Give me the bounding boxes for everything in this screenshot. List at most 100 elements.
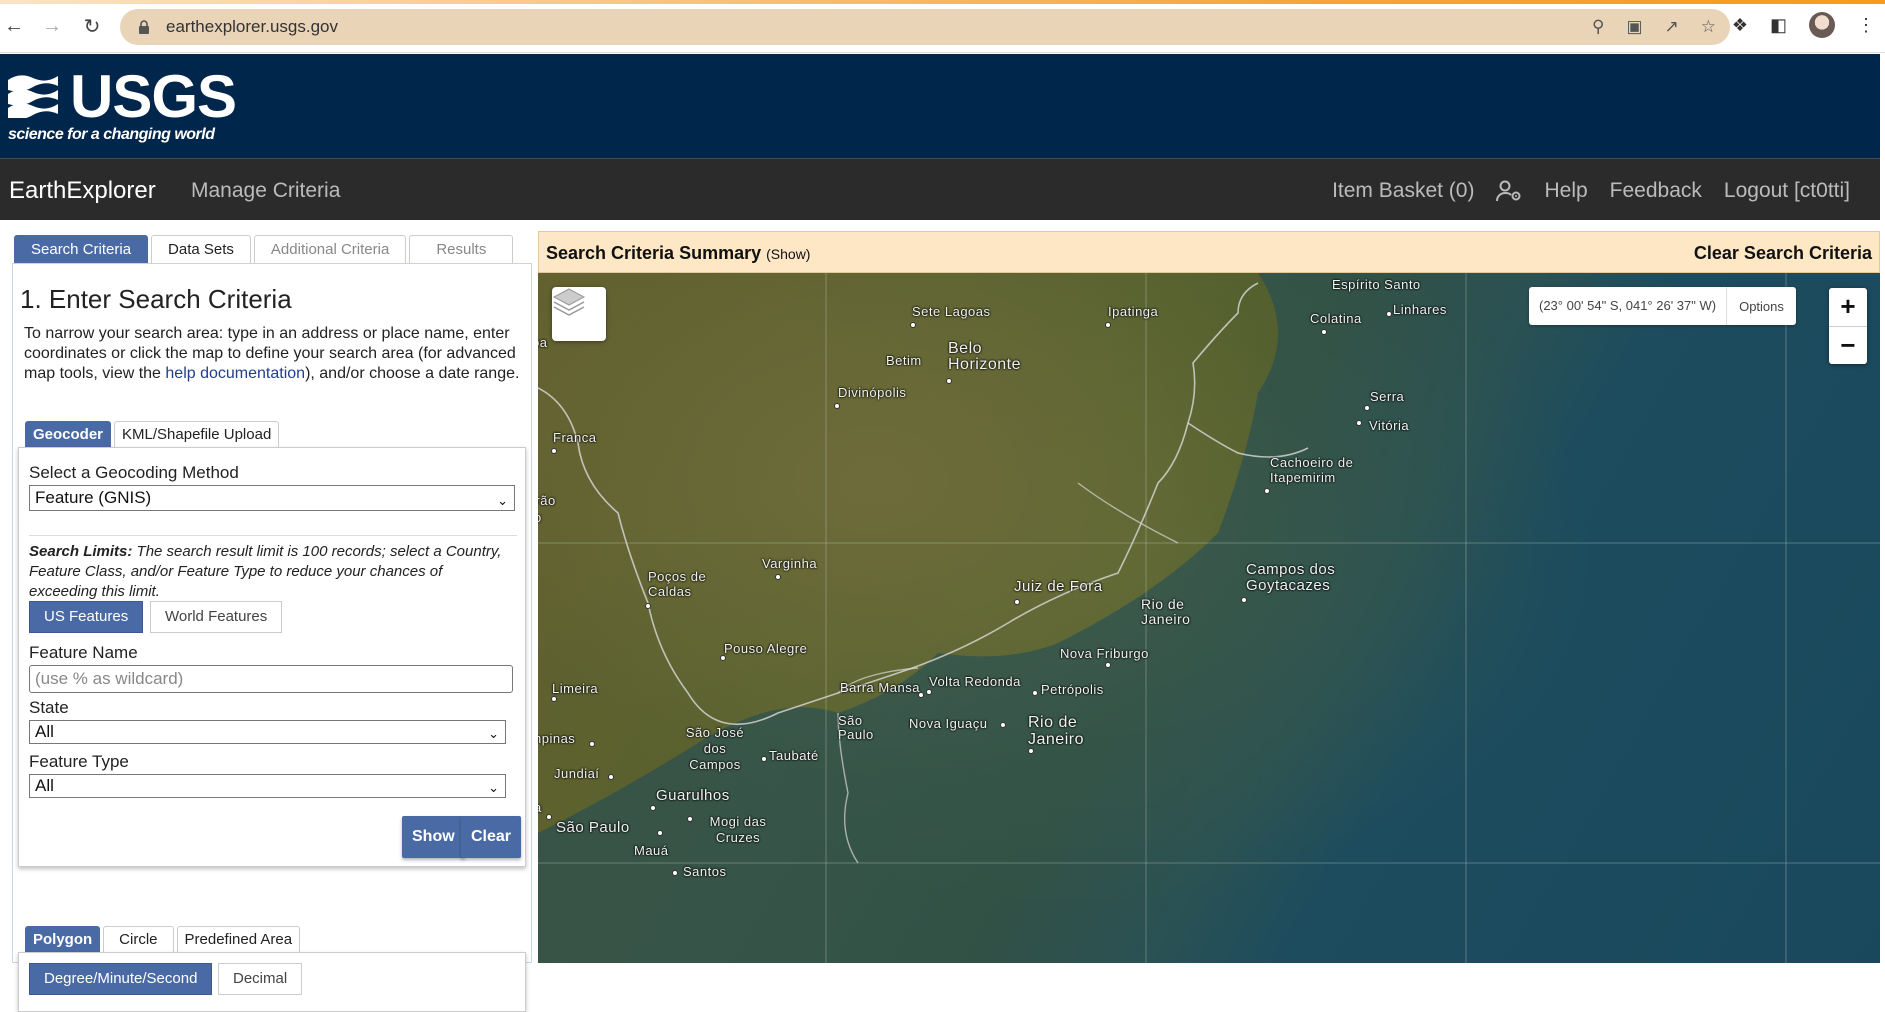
city-dot xyxy=(672,870,678,876)
back-icon[interactable]: ← xyxy=(0,12,28,40)
search-limits-bold: Search Limits: xyxy=(29,543,133,560)
city-label: Petrópolis xyxy=(1041,682,1104,697)
url-text: earthexplorer.usgs.gov xyxy=(166,17,338,36)
show-button[interactable]: Show xyxy=(402,816,465,858)
tab-data-sets[interactable]: Data Sets xyxy=(151,235,251,263)
zoom-out-button[interactable]: − xyxy=(1829,326,1867,364)
layers-button[interactable] xyxy=(552,287,606,341)
decimal-button[interactable]: Decimal xyxy=(218,963,303,995)
forward-icon[interactable]: → xyxy=(38,12,66,40)
feature-name-input[interactable]: (use % as wildcard) xyxy=(29,665,513,693)
feedback-link[interactable]: Feedback xyxy=(1610,179,1702,203)
help-documentation-link[interactable]: help documentation xyxy=(165,365,305,382)
usgs-banner: USGS science for a changing world xyxy=(0,54,1880,158)
city-dot xyxy=(1105,662,1111,668)
map-overlay xyxy=(538,273,1880,963)
feature-name-label: Feature Name xyxy=(29,643,138,662)
star-icon[interactable]: ☆ xyxy=(1701,17,1716,37)
area-shape-tabs: Polygon Circle Predefined Area xyxy=(25,926,301,952)
chevron-down-icon: ⌄ xyxy=(488,780,499,795)
city-dot xyxy=(589,741,595,747)
map-options-button[interactable]: Options xyxy=(1727,299,1796,314)
chevron-down-icon: ⌄ xyxy=(497,493,508,508)
browser-top-accent xyxy=(0,0,1885,4)
extensions-icon[interactable]: ❖ xyxy=(1732,15,1748,36)
tab-search-criteria[interactable]: Search Criteria xyxy=(14,235,149,263)
city-dot xyxy=(645,603,651,609)
zoom-in-button[interactable]: + xyxy=(1829,288,1867,326)
city-label: Sete Lagoas xyxy=(912,304,991,319)
main-tabs: Search Criteria Data Sets Additional Cri… xyxy=(14,235,514,263)
city-dot xyxy=(1364,405,1370,411)
city-dot xyxy=(1032,690,1038,696)
divider xyxy=(29,535,517,536)
world-features-button[interactable]: World Features xyxy=(150,601,283,633)
summary-show-link[interactable]: (Show) xyxy=(766,246,810,262)
city-label: São Paulo xyxy=(556,819,630,836)
share-icon[interactable]: ↗ xyxy=(1665,17,1679,37)
city-label: Rio de Janeiro xyxy=(1028,714,1084,748)
usgs-tagline: science for a changing world xyxy=(8,126,215,143)
layers-icon xyxy=(552,288,586,316)
city-label: irão xyxy=(538,493,556,508)
clear-search-criteria-link[interactable]: Clear Search Criteria xyxy=(1694,243,1872,264)
tab-geocoder[interactable]: Geocoder xyxy=(25,421,112,447)
city-dot xyxy=(1014,599,1020,605)
coordinate-box: Degree/Minute/Second Decimal xyxy=(18,952,526,1012)
state-select[interactable]: All ⌄ xyxy=(29,720,506,744)
feature-type-select[interactable]: All ⌄ xyxy=(29,774,506,798)
chevron-down-icon: ⌄ xyxy=(488,726,499,741)
intro-text-post: ), and/or choose a date range. xyxy=(305,365,520,382)
earthexplorer-brand[interactable]: EarthExplorer xyxy=(9,177,156,205)
tab-kml-upload[interactable]: KML/Shapefile Upload xyxy=(114,421,280,447)
zoom-search-icon[interactable]: ⚲ xyxy=(1592,17,1604,37)
tab-results[interactable]: Results xyxy=(409,235,514,263)
city-label: Rio de Janeiro xyxy=(1141,596,1191,627)
sidepanel-icon[interactable]: ◧ xyxy=(1770,15,1787,36)
tab-predefined-area[interactable]: Predefined Area xyxy=(176,926,301,952)
search-criteria-panel: 1. Enter Search Criteria To narrow your … xyxy=(12,263,532,1012)
tab-polygon[interactable]: Polygon xyxy=(25,926,101,952)
city-label: ba xyxy=(538,335,548,350)
logout-link[interactable]: Logout [ct0tti] xyxy=(1724,179,1850,203)
tab-additional-criteria[interactable]: Additional Criteria xyxy=(253,235,407,263)
city-label: a xyxy=(538,800,542,815)
state-label: State xyxy=(29,698,69,717)
geocoding-method-select[interactable]: Feature (GNIS) ⌄ xyxy=(29,485,515,511)
city-dot xyxy=(551,696,557,702)
city-label: Espírito Santo xyxy=(1332,277,1421,292)
usgs-waves-icon xyxy=(8,75,58,118)
city-label: Linhares xyxy=(1393,302,1447,317)
city-label: Divinópolis xyxy=(838,385,907,400)
tab-circle[interactable]: Circle xyxy=(103,926,174,952)
city-dot xyxy=(546,814,552,820)
profile-avatar[interactable] xyxy=(1809,12,1835,38)
degree-minute-second-button[interactable]: Degree/Minute/Second xyxy=(29,963,213,995)
address-bar[interactable]: earthexplorer.usgs.gov ⚲ ▣ ↗ ☆ xyxy=(120,9,1730,45)
city-label: São Paulo xyxy=(838,713,874,742)
city-label: Juiz de Fora xyxy=(1014,578,1103,595)
user-settings-icon[interactable] xyxy=(1496,180,1522,202)
coordinate-readout: (23° 00' 54" S, 041° 26' 37" W) Options xyxy=(1529,287,1796,325)
zoom-control: + − xyxy=(1829,288,1867,364)
city-label: Jundiaí xyxy=(554,766,600,781)
ocean-shade xyxy=(538,273,1880,963)
map-view[interactable]: (23° 00' 54" S, 041° 26' 37" W) Options … xyxy=(538,273,1880,963)
clear-button[interactable]: Clear xyxy=(461,816,522,858)
menu-kebab-icon[interactable]: ⋮ xyxy=(1857,15,1875,36)
city-dot xyxy=(1105,322,1111,328)
geocoder-subtabs: Geocoder KML/Shapefile Upload xyxy=(25,421,280,447)
translate-icon[interactable]: ▣ xyxy=(1626,17,1642,37)
us-features-button[interactable]: US Features xyxy=(29,601,144,633)
city-label: Franca xyxy=(553,430,597,445)
top-navbar: EarthExplorer Manage Criteria Item Baske… xyxy=(0,158,1880,220)
reload-icon[interactable]: ↻ xyxy=(78,12,106,40)
city-label: Pouso Alegre xyxy=(724,641,808,656)
city-label: Cachoeiro de Itapemirim xyxy=(1270,455,1354,485)
help-link[interactable]: Help xyxy=(1544,179,1587,203)
manage-criteria-link[interactable]: Manage Criteria xyxy=(191,179,340,203)
item-basket-link[interactable]: Item Basket (0) xyxy=(1332,179,1474,203)
city-dot xyxy=(657,830,663,836)
summary-title-text: Search Criteria Summary xyxy=(546,243,762,263)
city-label: Barra Mansa xyxy=(840,680,920,695)
